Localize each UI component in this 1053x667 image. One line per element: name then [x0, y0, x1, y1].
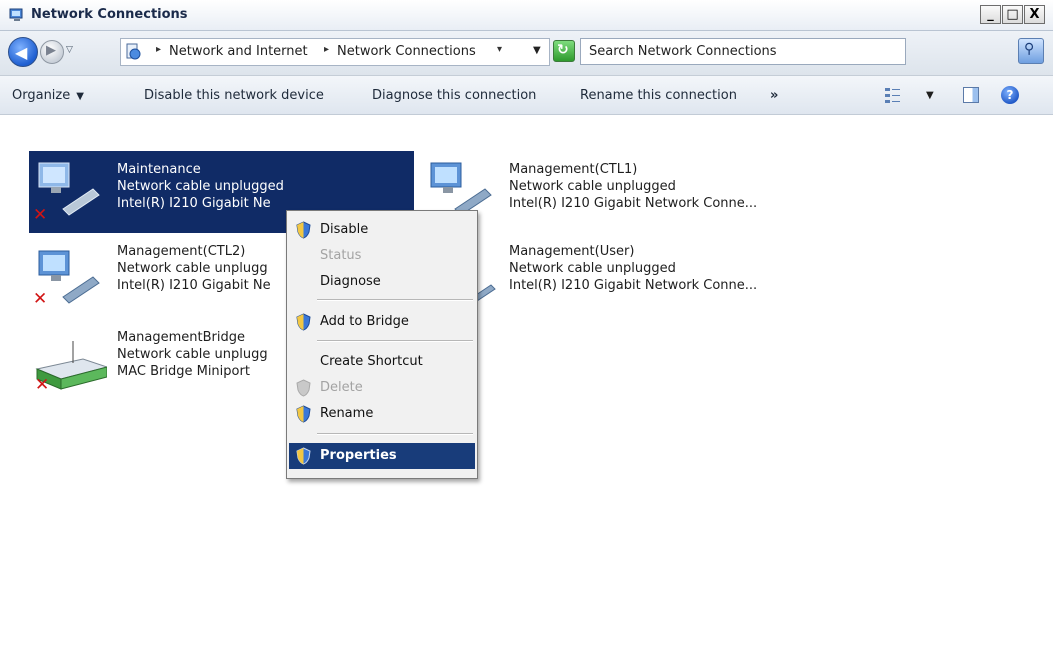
menu-item-label: Disable — [320, 222, 369, 237]
connection-text: Management(User) Network cable unplugged… — [509, 243, 757, 294]
connection-text: Management(CTL1) Network cable unplugged… — [509, 161, 757, 212]
search-placeholder: Search Network Connections — [589, 44, 777, 59]
connection-text: Management(CTL2) Network cable unplugg I… — [117, 243, 271, 294]
menu-separator — [317, 299, 473, 301]
connection-device: Intel(R) I210 Gigabit Network Conne... — [509, 196, 758, 211]
menu-item-label: Properties — [320, 448, 397, 463]
diagnose-connection-button[interactable]: Diagnose this connection — [372, 88, 536, 103]
menu-item-label: Create Shortcut — [320, 354, 423, 369]
menu-item-add-to-bridge[interactable]: Add to Bridge — [289, 309, 475, 335]
menu-item-diagnose[interactable]: Diagnose — [289, 269, 475, 295]
connection-device: MAC Bridge Miniport — [117, 364, 250, 379]
forward-button[interactable]: ▶ — [40, 40, 64, 64]
menu-item-label: Add to Bridge — [320, 314, 409, 329]
connection-device: Intel(R) I210 Gigabit Ne — [117, 278, 271, 293]
connections-list: ✕ Maintenance Network cable unplugged In… — [0, 115, 1053, 667]
connection-text: ManagementBridge Network cable unplugg M… — [117, 329, 268, 380]
menu-item-properties[interactable]: Properties — [289, 443, 475, 469]
menu-item-label: Rename — [320, 406, 374, 421]
uac-shield-icon — [296, 405, 311, 423]
forward-arrow-icon: ▶ — [46, 43, 56, 58]
search-input[interactable]: Search Network Connections — [580, 38, 906, 65]
back-button[interactable]: ◀ — [8, 37, 38, 67]
title-bar: Network Connections _ □ X — [0, 0, 1053, 31]
connection-name: Management(CTL1) — [509, 162, 638, 177]
connection-name: ManagementBridge — [117, 330, 246, 345]
rename-connection-button[interactable]: Rename this connection — [580, 88, 737, 103]
window-title: Network Connections — [31, 7, 188, 22]
network-connections-icon — [9, 8, 23, 21]
connection-status: Network cable unplugged — [509, 179, 676, 194]
breadcrumb-separator-icon[interactable]: ▸ — [324, 44, 329, 55]
command-bar: Organize ▼ Disable this network device Di… — [0, 76, 1053, 115]
menu-item-rename[interactable]: Rename — [289, 401, 475, 427]
change-view-icon[interactable] — [884, 86, 902, 104]
connection-status: Network cable unplugg — [117, 261, 268, 276]
refresh-button[interactable]: ↻ — [553, 40, 575, 62]
context-menu: Disable Status Diagnose Add to Bridge Cr… — [286, 210, 478, 479]
disconnected-x-icon: ✕ — [35, 375, 50, 395]
search-button[interactable]: ⚲ — [1018, 38, 1044, 64]
organize-label: Organize — [12, 88, 71, 103]
connection-item-maintenance[interactable]: ✕ Maintenance Network cable unplugged In… — [29, 151, 414, 233]
connection-name: Maintenance — [117, 162, 201, 177]
menu-item-disable[interactable]: Disable — [289, 217, 475, 243]
menu-item-create-shortcut[interactable]: Create Shortcut — [289, 349, 475, 375]
menu-item-label: Delete — [320, 380, 363, 395]
connection-item-management-user[interactable]: Management(User) Network cable unplugged… — [421, 241, 821, 309]
address-bar: ◀ ▶ ▽ ▸ Network and Internet ▸ Network C… — [0, 31, 1053, 76]
help-icon[interactable]: ? — [1001, 86, 1019, 104]
connection-device: Intel(R) I210 Gigabit Ne — [117, 196, 271, 211]
disconnected-x-icon: ✕ — [33, 205, 48, 225]
preview-pane-icon[interactable] — [963, 87, 979, 103]
breadcrumb[interactable]: ▸ Network and Internet ▸ Network Connect… — [120, 38, 550, 66]
disconnected-x-icon: ✕ — [33, 289, 48, 309]
chevron-down-icon: ▼ — [76, 91, 84, 102]
maximize-icon: □ — [1006, 7, 1019, 22]
breadcrumb-network-connections[interactable]: Network Connections — [337, 44, 476, 59]
uac-shield-icon — [296, 379, 311, 397]
more-commands-button[interactable]: » — [770, 88, 778, 103]
refresh-icon: ↻ — [557, 42, 569, 58]
uac-shield-icon — [296, 313, 311, 331]
connection-status: Network cable unplugged — [509, 261, 676, 276]
breadcrumb-separator-icon[interactable]: ▸ — [156, 44, 161, 55]
menu-item-delete[interactable]: Delete — [289, 375, 475, 401]
recent-pages-dropdown-icon[interactable]: ▽ — [66, 45, 73, 55]
connection-item-management-ctl2[interactable]: ✕ Management(CTL2) Network cable unplugg… — [29, 241, 289, 309]
close-icon: X — [1029, 7, 1040, 22]
connection-name: Management(User) — [509, 244, 635, 259]
menu-separator — [317, 340, 473, 342]
minimize-icon: _ — [987, 7, 994, 22]
menu-item-label: Diagnose — [320, 274, 381, 289]
search-icon: ⚲ — [1024, 41, 1035, 57]
connection-text: Maintenance Network cable unplugged Inte… — [117, 161, 284, 212]
breadcrumb-network-and-internet[interactable]: Network and Internet — [169, 44, 308, 59]
close-button[interactable]: X — [1024, 5, 1045, 24]
back-arrow-icon: ◀ — [15, 43, 28, 62]
menu-item-label: Status — [320, 248, 362, 263]
uac-shield-icon — [296, 221, 311, 239]
menu-separator — [317, 433, 473, 435]
breadcrumb-separator-icon[interactable]: ▾ — [497, 44, 502, 55]
minimize-button[interactable]: _ — [980, 5, 1001, 24]
connection-status: Network cable unplugged — [117, 179, 284, 194]
control-panel-icon — [126, 43, 141, 60]
uac-shield-icon — [296, 447, 311, 465]
connection-status: Network cable unplugg — [117, 347, 268, 362]
maximize-button[interactable]: □ — [1002, 5, 1023, 24]
connection-name: Management(CTL2) — [117, 244, 246, 259]
connection-item-management-bridge[interactable]: ✕ ManagementBridge Network cable unplugg… — [29, 327, 289, 395]
disable-device-button[interactable]: Disable this network device — [144, 88, 324, 103]
connection-device: Intel(R) I210 Gigabit Network Conne... — [509, 278, 758, 293]
menu-item-status[interactable]: Status — [289, 243, 475, 269]
organize-button[interactable]: Organize ▼ — [12, 88, 84, 103]
connection-item-management-ctl1[interactable]: Management(CTL1) Network cable unplugged… — [421, 151, 821, 219]
view-options-chevron-icon[interactable]: ▼ — [926, 90, 934, 101]
address-dropdown-icon[interactable]: ▼ — [533, 45, 541, 56]
